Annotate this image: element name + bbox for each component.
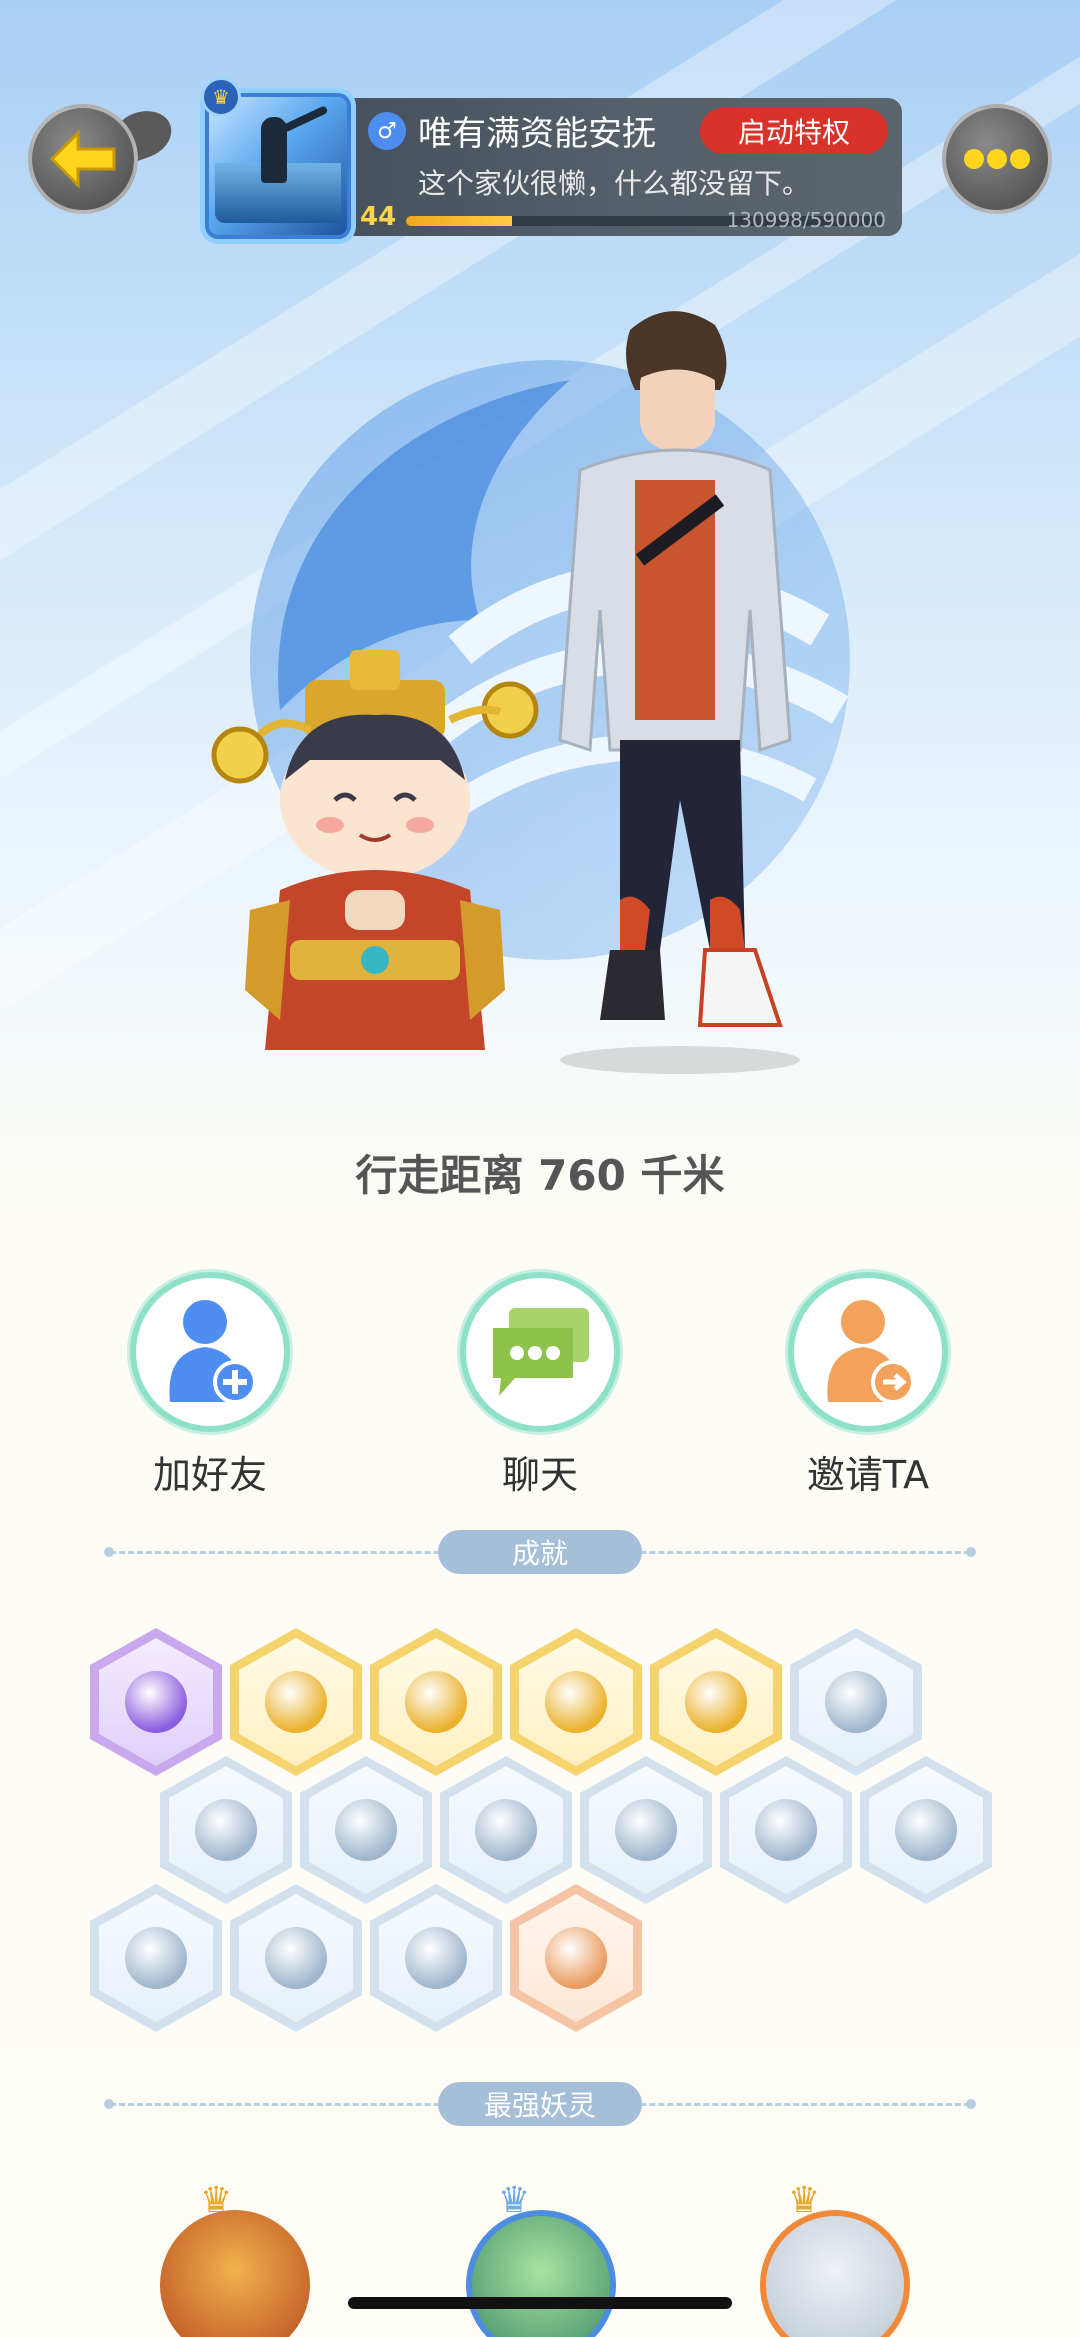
crown-icon: ♛: [201, 77, 241, 117]
invite-button-circle: [788, 1272, 948, 1432]
achievement-badge-inner: [379, 1638, 493, 1766]
achievement-badge[interactable]: [370, 1628, 502, 1776]
spirit-slot-3[interactable]: [760, 2210, 910, 2337]
more-button[interactable]: [942, 104, 1052, 214]
achievement-badge[interactable]: [230, 1884, 362, 2032]
achievement-badge[interactable]: [650, 1628, 782, 1776]
invite-icon: [827, 1300, 915, 1404]
moon-icon: [195, 1799, 257, 1861]
achievement-badge-inner: [309, 1766, 423, 1894]
achievement-badge-inner: [589, 1766, 703, 1894]
cat-spirit-icon: [615, 1799, 677, 1861]
privilege-button[interactable]: 启动特权: [700, 108, 888, 154]
achievements-section-header: 成就: [0, 1530, 1080, 1574]
achievement-badge-inner: [869, 1766, 983, 1894]
spirit-slot-2[interactable]: [466, 2210, 616, 2337]
achievement-badge[interactable]: [720, 1756, 852, 1904]
golden-orb-icon: [405, 1671, 467, 1733]
achievement-badge[interactable]: [300, 1756, 432, 1904]
chat-label: 聊天: [501, 1453, 578, 1497]
gender-male-icon: ♂: [368, 112, 406, 150]
achievement-badge-inner: [99, 1894, 213, 2022]
spirit-figure-icon: [475, 1799, 537, 1861]
achievement-badge-inner: [519, 1638, 633, 1766]
arrow-left-icon: [49, 129, 116, 189]
achievement-badge[interactable]: [860, 1756, 992, 1904]
spirit-slot-1[interactable]: [160, 2210, 310, 2337]
sneaker-icon: [825, 1671, 887, 1733]
spirits-title: 最强妖灵: [438, 2082, 642, 2126]
achievement-badge[interactable]: [370, 1884, 502, 2032]
achievements-title: 成就: [438, 1530, 642, 1574]
fox-book-icon: [405, 1927, 467, 1989]
player-level: 44: [360, 202, 397, 232]
back-button[interactable]: [28, 104, 138, 214]
shield-banner-icon: [895, 1799, 957, 1861]
achievement-badge[interactable]: [90, 1628, 222, 1776]
player-avatar[interactable]: ♛: [200, 77, 356, 244]
chat-button-circle: [460, 1272, 620, 1432]
achievement-badge[interactable]: [510, 1628, 642, 1776]
invite-button[interactable]: 邀请TA: [768, 1272, 968, 1499]
add-friend-label: 加好友: [152, 1453, 267, 1497]
achievement-badge-inner: [239, 1638, 353, 1766]
yin-yang-comet-icon: [545, 1671, 607, 1733]
player-name: 唯有满资能安抚: [418, 114, 656, 154]
achievement-badge[interactable]: [510, 1884, 642, 2032]
chat-button[interactable]: 聊天: [440, 1272, 640, 1499]
achievement-badge[interactable]: [160, 1756, 292, 1904]
achievement-badge-inner: [239, 1894, 353, 2022]
achievement-badge[interactable]: [790, 1628, 922, 1776]
profile-page: ♛ ♂ 唯有满资能安抚 启动特权 这个家伙很懒，什么都没留下。 44 13099…: [0, 0, 1080, 2337]
chat-icon: [493, 1308, 589, 1396]
bunny-pair-icon: [265, 1927, 327, 1989]
fish-spirit-icon: [755, 1799, 817, 1861]
spirits-section-header: 最强妖灵: [0, 2082, 1080, 2126]
add-friend-icon: [169, 1300, 257, 1404]
exp-text: 130998/590000: [726, 208, 886, 232]
cat-stroller-icon: [545, 1927, 607, 1989]
more-dots-icon: [964, 149, 1030, 169]
exp-progress-fill: [406, 216, 513, 226]
crystal-icon: [335, 1799, 397, 1861]
achievement-badge-inner: [729, 1766, 843, 1894]
player-character[interactable]: [540, 300, 800, 1080]
player-signature: 这个家伙很懒，什么都没留下。: [418, 167, 811, 200]
achievement-badge[interactable]: [230, 1628, 362, 1776]
add-friend-button-circle: [130, 1272, 290, 1432]
achievement-badge[interactable]: [90, 1884, 222, 2032]
yin-yang-scroll-icon: [685, 1671, 747, 1733]
achievement-badge-inner: [659, 1638, 773, 1766]
sun-staff-icon: [265, 1671, 327, 1733]
add-friend-button[interactable]: 加好友: [110, 1272, 310, 1499]
achievement-badge-inner: [449, 1766, 563, 1894]
invite-label: 邀请TA: [806, 1453, 930, 1497]
home-indicator: [348, 2297, 732, 2309]
bull-statue-icon: [125, 1927, 187, 1989]
achievement-badge-inner: [519, 1894, 633, 2022]
achievement-badge-inner: [99, 1638, 213, 1766]
player-profile-card[interactable]: ♛ ♂ 唯有满资能安抚 启动特权 这个家伙很懒，什么都没留下。 44 13099…: [200, 77, 902, 244]
achievement-badge-inner: [379, 1894, 493, 2022]
walking-distance: 行走距离 760 千米: [355, 1151, 725, 1200]
achievement-badge[interactable]: [580, 1756, 712, 1904]
pet-companion-character[interactable]: [210, 650, 540, 1080]
demon-face-icon: [125, 1671, 187, 1733]
achievement-badge-inner: [169, 1766, 283, 1894]
achievement-badge[interactable]: [440, 1756, 572, 1904]
achievement-badge-inner: [799, 1638, 913, 1766]
